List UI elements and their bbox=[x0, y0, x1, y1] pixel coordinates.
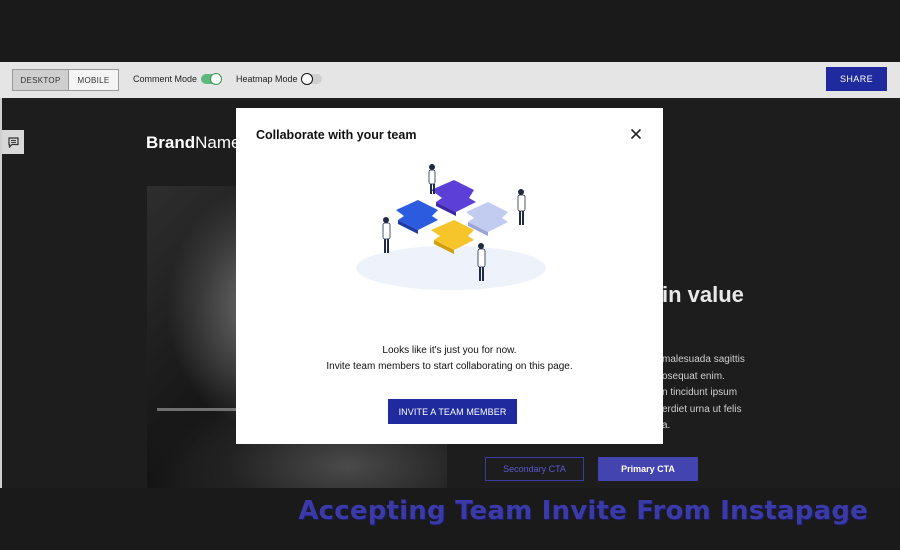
heatmap-mode-toggle[interactable] bbox=[301, 73, 322, 85]
comment-mode-label: Comment Mode bbox=[133, 74, 198, 84]
modal-message-line-2: Invite team members to start collaborati… bbox=[326, 361, 573, 372]
brand-logo[interactable]: BrandName bbox=[146, 133, 240, 153]
team-puzzle-illustration bbox=[356, 164, 546, 290]
close-icon[interactable] bbox=[629, 127, 643, 141]
share-button[interactable]: SHARE bbox=[826, 67, 887, 91]
hero-body-text: malesuada sagittis osequat enim. n tinci… bbox=[662, 352, 745, 435]
view-mode-switch: DESKTOP MOBILE bbox=[12, 69, 119, 91]
body-line: erdiet urna ut felis bbox=[662, 403, 742, 415]
hero-headline: in value bbox=[662, 282, 744, 307]
modal-message-line-1: Looks like it's just you for now. bbox=[382, 345, 517, 356]
body-line: a. bbox=[662, 420, 671, 431]
comment-icon bbox=[7, 136, 19, 148]
desktop-view-button[interactable]: DESKTOP bbox=[13, 70, 69, 90]
collaborate-modal: Collaborate with your team Looks like it… bbox=[236, 108, 663, 444]
secondary-cta-button[interactable]: Secondary CTA bbox=[485, 457, 584, 481]
body-line: malesuada sagittis bbox=[662, 354, 745, 365]
editor-toolbar: DESKTOP MOBILE Comment Mode Heatmap Mode… bbox=[0, 62, 900, 99]
canvas-edge bbox=[0, 98, 2, 488]
caption-title: Accepting Team Invite From Instapage bbox=[298, 496, 868, 526]
comment-panel-tab[interactable] bbox=[2, 130, 24, 154]
mobile-view-button[interactable]: MOBILE bbox=[69, 70, 118, 90]
invite-team-member-button[interactable]: INVITE A TEAM MEMBER bbox=[388, 399, 517, 424]
body-line: osequat enim. bbox=[662, 370, 725, 382]
comment-mode-toggle[interactable] bbox=[201, 73, 222, 85]
body-line: n tincidunt ipsum bbox=[662, 387, 738, 398]
primary-cta-button[interactable]: Primary CTA bbox=[598, 457, 698, 481]
heatmap-mode-label: Heatmap Mode bbox=[236, 74, 298, 84]
modal-title: Collaborate with your team bbox=[256, 128, 417, 142]
